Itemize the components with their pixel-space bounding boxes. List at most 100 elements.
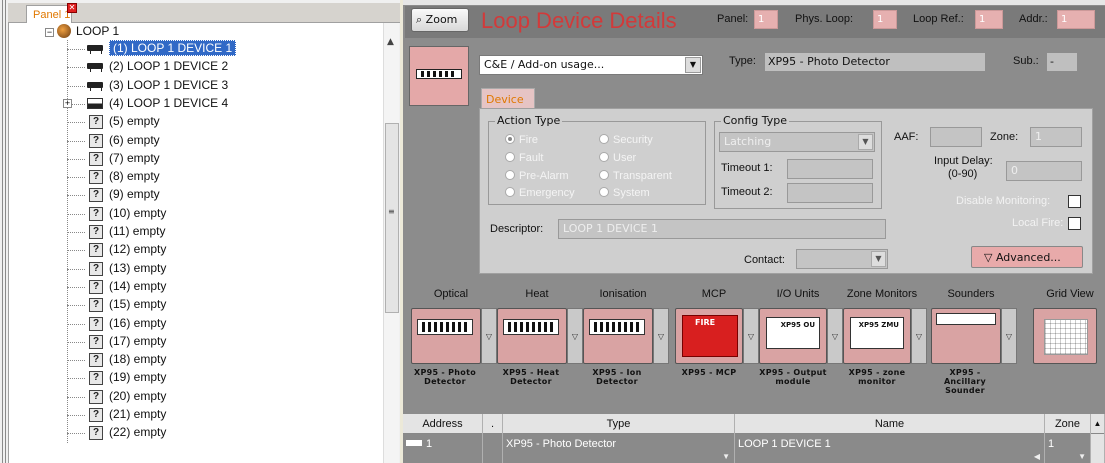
cell-type[interactable]: XP95 - Photo Detector ▼ [503,434,735,463]
col-flag[interactable]: . [483,414,503,434]
tree-branch-line [67,250,85,252]
close-icon[interactable]: ✕ [67,3,77,13]
tree-item[interactable]: (16) empty [109,315,166,332]
tree-item[interactable]: (21) empty [109,406,166,423]
category-button-photo-detector[interactable] [411,308,481,364]
tree-item[interactable]: (1) LOOP 1 DEVICE 1 [109,40,237,57]
radio-pre-alarm[interactable]: Pre-Alarm [505,170,569,182]
tree-item[interactable]: (18) empty [109,351,166,368]
contact-select[interactable]: ▼ [796,249,888,269]
tree-expand-icon[interactable]: + [63,98,72,108]
loop-device-details-pane: ⌕ Zoom Loop Device Details Panel: 1 Phys… [403,0,1105,463]
chevron-down-icon[interactable]: ▼ [871,251,886,267]
scroll-thumb[interactable] [385,123,399,313]
tree-item[interactable]: (19) empty [109,369,166,386]
tree-branch-line [67,232,85,233]
cell-zone-value: 1 [1048,438,1055,450]
config-type-group: Config Type Latching ▼ Timeout 1: Timeou… [714,114,882,209]
category-button-call-point[interactable]: FIRE [675,308,743,364]
chevron-down-icon[interactable]: ▽ [743,308,759,364]
tree-view[interactable]: − LOOP 1 (1) LOOP 1 DEVICE 1 (2) LOOP 1 DEV… [9,23,383,463]
tree-item[interactable]: (20) empty [109,388,166,405]
zoom-button[interactable]: ⌕ Zoom [411,8,469,32]
tree-item[interactable]: (17) empty [109,333,166,350]
local-fire-checkbox[interactable] [1068,217,1081,230]
radio-emergency[interactable]: Emergency [505,187,575,199]
cell-zone[interactable]: 1 ▼ [1045,434,1091,463]
tree-item[interactable]: (3) LOOP 1 DEVICE 3 [109,77,228,94]
tree-item[interactable]: (10) empty [109,205,166,222]
category-button-output-module[interactable]: XP95 OU [759,308,827,364]
category-button-zone-monitor[interactable]: XP95 ZMU [843,308,911,364]
col-zone[interactable]: Zone [1045,414,1091,434]
tree-item[interactable]: (15) empty [109,296,166,313]
mcp-text: FIRE [695,318,716,327]
chevron-down-icon[interactable]: ▽ [1001,308,1017,364]
radio-security[interactable]: Security [599,134,653,146]
radio-system-label: System [613,187,650,199]
tree-item[interactable]: (2) LOOP 1 DEVICE 2 [109,58,228,75]
radio-transparent[interactable]: Transparent [599,170,672,182]
col-type[interactable]: Type [503,414,735,434]
cell-name[interactable]: LOOP 1 DEVICE 1 ◀ [735,434,1045,463]
module-text: XP95 ZMU [858,321,899,329]
tree-item[interactable]: (12) empty [109,241,166,258]
tab-device[interactable]: Device [481,88,535,109]
output-module-icon: XP95 OU [766,317,820,349]
tree-item[interactable]: (4) LOOP 1 DEVICE 4 [109,95,228,112]
category-button-sounder[interactable] [931,308,1001,364]
chevron-down-icon[interactable]: ▽ [827,308,843,364]
tree-item[interactable]: (6) empty [109,132,160,149]
aaf-field[interactable] [930,127,982,147]
sounder-icon [936,313,996,325]
zone-monitor-icon: XP95 ZMU [850,317,904,349]
unknown-device-icon: ? [89,243,103,258]
chevron-left-icon[interactable]: ◀ [1034,452,1040,461]
usage-select[interactable]: C&E / Add-on usage... ▼ [479,55,703,75]
chevron-down-icon[interactable]: ▽ [653,308,669,364]
col-name[interactable]: Name [735,414,1045,434]
table-row[interactable]: 1 XP95 - Photo Detector ▼ LOOP 1 DEVICE … [403,434,1105,463]
tree-root[interactable]: LOOP 1 [57,23,119,40]
advanced-button[interactable]: ▽ Advanced... [971,246,1083,268]
tree-scrollbar[interactable]: ▲ ≡ [383,23,399,463]
disable-monitoring-checkbox[interactable] [1068,195,1081,208]
tree-item[interactable]: (22) empty [109,424,166,441]
radio-fault[interactable]: Fault [505,152,543,164]
timeout2-field[interactable] [787,183,873,203]
col-address[interactable]: Address [403,414,483,434]
category-button-grid-view[interactable] [1033,308,1097,364]
tree-collapse-icon[interactable]: − [45,28,54,37]
unknown-device-icon: ? [89,371,103,386]
radio-user[interactable]: User [599,152,636,164]
table-scrollbar[interactable] [1091,434,1105,463]
tree-item[interactable]: (7) empty [109,150,160,167]
tree-item[interactable]: (13) empty [109,260,166,277]
input-delay-field[interactable]: 0 [1006,161,1082,181]
chevron-down-icon[interactable]: ▼ [858,134,873,150]
tree-branch-line [67,213,85,215]
radio-fire[interactable]: Fire [505,134,538,146]
descriptor-field[interactable]: LOOP 1 DEVICE 1 [558,219,886,239]
chevron-down-icon[interactable]: ▼ [685,57,701,73]
chevron-down-icon[interactable]: ▽ [481,308,497,364]
tree-item[interactable]: (14) empty [109,278,166,295]
scroll-up-icon[interactable]: ▲ [387,37,394,47]
timeout1-field[interactable] [787,159,873,179]
tree-item[interactable]: (11) empty [109,223,165,240]
scroll-up-icon[interactable]: ▲ [1091,414,1105,434]
config-type-select[interactable]: Latching ▼ [719,132,875,152]
chevron-down-icon[interactable]: ▼ [722,452,730,461]
type-value: XP95 - Photo Detector [765,53,985,71]
chevron-down-icon[interactable]: ▽ [911,308,927,364]
tree-item[interactable]: (5) empty [109,113,160,130]
panel-tab[interactable]: Panel 1 ✕ [26,3,77,23]
tree-item[interactable]: (9) empty [109,186,160,203]
radio-system[interactable]: System [599,187,650,199]
category-button-heat-detector[interactable] [497,308,567,364]
chevron-down-icon[interactable]: ▽ [567,308,583,364]
tree-item[interactable]: (8) empty [109,168,160,185]
chevron-down-icon[interactable]: ▼ [1078,452,1086,461]
zone-field[interactable]: 1 [1030,127,1082,147]
category-button-ion-detector[interactable] [583,308,653,364]
